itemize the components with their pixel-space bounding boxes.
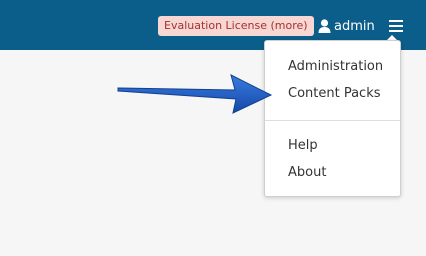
menu-divider (265, 120, 400, 121)
menu-item-administration[interactable]: Administration (288, 59, 383, 75)
username-label: admin (334, 18, 375, 34)
menu-item-help[interactable]: Help (288, 138, 318, 154)
hamburger-menu-icon[interactable] (388, 18, 404, 34)
evaluation-license-badge[interactable]: Evaluation License (more) (158, 16, 314, 36)
menu-item-content-packs[interactable]: Content Packs (288, 86, 381, 102)
user-menu[interactable]: admin (318, 15, 375, 37)
main-dropdown-menu: Administration Content Packs Help About (264, 40, 401, 197)
user-icon (318, 19, 331, 33)
menu-item-about[interactable]: About (288, 165, 326, 181)
pointer-arrow-icon (117, 74, 273, 114)
